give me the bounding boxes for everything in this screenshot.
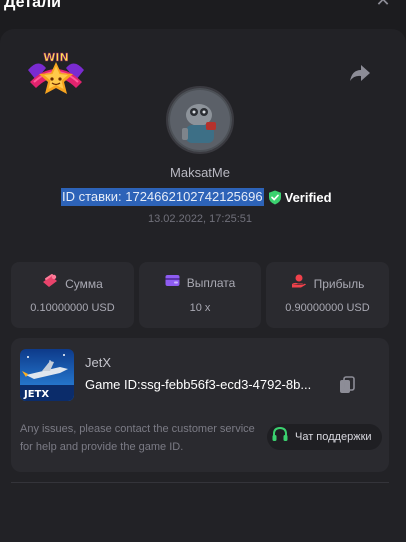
stat-payout: Выплата 10 x bbox=[139, 262, 261, 328]
close-icon[interactable]: ✕ bbox=[374, 0, 392, 9]
stat-amount: Сумма 0.10000000 USD bbox=[11, 262, 134, 328]
copy-icon[interactable] bbox=[339, 376, 355, 394]
modal-title: Детали bbox=[4, 0, 62, 11]
wallet-icon bbox=[165, 274, 180, 292]
verified-label: Verified bbox=[284, 189, 332, 205]
shield-check-icon bbox=[268, 190, 282, 205]
support-chat-button[interactable]: Чат поддержки bbox=[267, 424, 382, 450]
game-thumbnail-label: JETX bbox=[23, 389, 49, 400]
divider bbox=[11, 482, 389, 483]
stat-profit-label: Прибыль bbox=[313, 276, 365, 291]
avatar bbox=[166, 86, 234, 154]
game-info-card: JETX JetX Game ID:ssg-febb56f3-ecd3-4792… bbox=[11, 338, 389, 472]
game-name: JetX bbox=[85, 355, 112, 370]
stat-amount-label: Сумма bbox=[65, 276, 103, 291]
bet-id[interactable]: ID ставки: 1724662102742125696 bbox=[61, 188, 264, 206]
stat-profit: Прибыль 0.90000000 USD bbox=[266, 262, 389, 328]
win-badge-icon: WIN bbox=[24, 48, 88, 98]
game-thumbnail[interactable]: JETX bbox=[20, 349, 74, 401]
modal-header: Детали ✕ bbox=[0, 0, 406, 22]
coins-icon bbox=[42, 274, 58, 293]
bet-datetime: 13.02.2022, 17:25:51 bbox=[148, 213, 252, 225]
stat-payout-label: Выплата bbox=[186, 276, 236, 290]
stat-payout-value: 10 x bbox=[189, 302, 211, 314]
stat-amount-value: 0.10000000 USD bbox=[30, 302, 115, 314]
share-icon[interactable] bbox=[348, 62, 372, 84]
stat-profit-value: 0.90000000 USD bbox=[285, 302, 370, 314]
support-chat-label: Чат поддержки bbox=[295, 431, 372, 443]
game-id: Game ID:ssg-febb56f3-ecd3-4792-8b... bbox=[85, 377, 312, 392]
bet-id-row: ID ставки: 1724662102742125696 Verified bbox=[61, 188, 332, 206]
support-note: Any issues, please contact the customer … bbox=[20, 423, 255, 453]
svg-text:WIN: WIN bbox=[43, 51, 68, 64]
hand-coin-icon bbox=[291, 274, 307, 293]
username: MaksatMe bbox=[170, 165, 230, 180]
headset-icon bbox=[271, 426, 289, 449]
